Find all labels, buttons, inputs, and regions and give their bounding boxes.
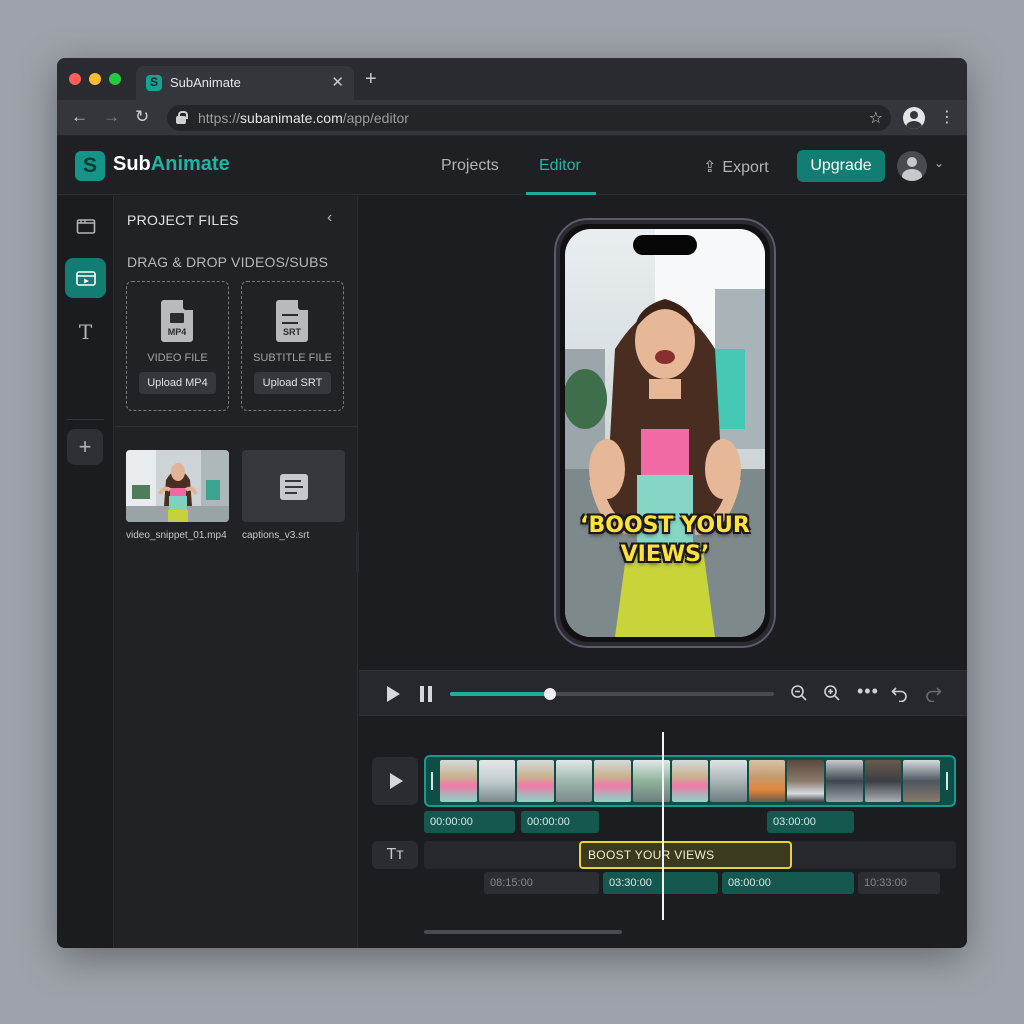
- scrubber-progress: [450, 692, 551, 696]
- subtitle-file-icon: SRT: [276, 300, 308, 342]
- video-thumbnail[interactable]: [126, 450, 229, 522]
- scrubber-handle[interactable]: [544, 688, 557, 700]
- project-files-panel: PROJECT FILES ‹ DRAG & DROP VIDEOS/SUBS …: [115, 196, 358, 948]
- back-icon[interactable]: ←: [71, 108, 88, 126]
- document-icon: [280, 474, 308, 500]
- panel-title: PROJECT FILES: [127, 212, 239, 228]
- video-dropzone[interactable]: MP4 VIDEO FILE Upload MP4: [126, 281, 229, 411]
- address-bar: ← → ↻ https://subanimate.com/app/editor …: [57, 100, 967, 136]
- timecode-marker[interactable]: 00:00:00: [521, 811, 599, 833]
- tab-strip: SubAnimate ✕ +: [57, 58, 967, 100]
- chevron-left-icon[interactable]: ‹: [327, 209, 332, 227]
- export-button[interactable]: ⇪ Export: [703, 157, 769, 177]
- srt-thumbnail[interactable]: [242, 450, 345, 522]
- subtitle-file-badge: SRT: [283, 327, 301, 337]
- timecode-marker[interactable]: 03:00:00: [767, 811, 854, 833]
- zoom-in-icon[interactable]: [823, 684, 841, 702]
- browser-profile-icon[interactable]: [903, 107, 925, 129]
- timeline-scrollbar[interactable]: [424, 930, 622, 934]
- file-name: captions_v3.srt: [242, 530, 310, 541]
- subtitle-file-label: SUBTITLE FILE: [253, 352, 332, 364]
- window-controls: [69, 73, 121, 85]
- panel-divider: [115, 426, 358, 427]
- logo-icon: [75, 151, 105, 181]
- app-header: SubAnimate Projects Editor ⇪Export Upgra…: [57, 137, 967, 195]
- tool-rail: T +: [57, 196, 114, 948]
- play-icon[interactable]: [387, 686, 400, 702]
- timecode-marker[interactable]: 00:00:00: [424, 811, 515, 833]
- minimize-window-button[interactable]: [89, 73, 101, 85]
- file-name: video_snippet_01.mp4: [126, 530, 227, 541]
- browser-tab[interactable]: SubAnimate ✕: [136, 66, 354, 100]
- redo-icon[interactable]: [924, 684, 942, 702]
- chevron-down-icon[interactable]: ⌄: [934, 156, 944, 170]
- upgrade-button[interactable]: Upgrade: [797, 150, 885, 182]
- clip-trim-handle-right[interactable]: [946, 772, 948, 790]
- url-text: https://subanimate.com/app/editor: [198, 110, 409, 126]
- zoom-out-icon[interactable]: [790, 684, 808, 702]
- close-tab-icon[interactable]: ✕: [331, 73, 344, 91]
- favicon-icon: [146, 75, 162, 91]
- folder-icon[interactable]: [65, 206, 106, 246]
- playback-controls: •••: [359, 670, 967, 716]
- filmstrip-frames: [440, 760, 940, 802]
- undo-icon[interactable]: [891, 684, 909, 702]
- url-field[interactable]: https://subanimate.com/app/editor ☆: [167, 105, 891, 131]
- video-file-label: VIDEO FILE: [147, 352, 208, 364]
- dynamic-island: [633, 235, 697, 255]
- reload-icon[interactable]: ↻: [135, 108, 149, 126]
- browser-menu-icon[interactable]: ⋮: [939, 107, 955, 127]
- bookmark-star-icon[interactable]: ☆: [869, 108, 883, 128]
- tab-title: SubAnimate: [170, 75, 241, 90]
- phone-frame: ‘BOOST YOUR VIEWS’: [554, 218, 776, 648]
- upload-srt-button[interactable]: Upload SRT: [254, 372, 331, 394]
- video-file-icon: MP4: [161, 300, 193, 342]
- active-tab-indicator: [526, 192, 596, 195]
- video-file-badge: MP4: [167, 327, 187, 337]
- dropzone-heading: DRAG & DROP VIDEOS/SUBS: [127, 254, 329, 270]
- maximize-window-button[interactable]: [109, 73, 121, 85]
- add-icon[interactable]: +: [67, 429, 103, 465]
- timecode-marker[interactable]: 03:30:00: [603, 872, 718, 894]
- timeline: 00:00:00 00:00:00 03:00:00 Tт BOOST YOUR…: [359, 717, 967, 948]
- new-tab-icon[interactable]: +: [365, 69, 377, 89]
- logo-text: SubAnimate: [113, 153, 230, 175]
- upload-mp4-button[interactable]: Upload MP4: [139, 372, 216, 394]
- forward-icon[interactable]: →: [103, 108, 120, 126]
- scrubber[interactable]: [450, 688, 774, 700]
- video-preview: ‘BOOST YOUR VIEWS’: [359, 196, 967, 670]
- pause-icon[interactable]: [420, 686, 432, 702]
- nav-editor[interactable]: Editor: [539, 157, 581, 175]
- clip-trim-handle-left[interactable]: [431, 772, 433, 790]
- export-icon: ⇪: [703, 159, 717, 176]
- video-clip-icon[interactable]: [65, 258, 106, 298]
- lock-icon: [176, 111, 188, 124]
- user-avatar[interactable]: [897, 151, 927, 181]
- rail-divider: [67, 419, 104, 420]
- timecode-marker[interactable]: 08:15:00: [484, 872, 599, 894]
- subtitle-dropzone[interactable]: SRT SUBTITLE FILE Upload SRT: [241, 281, 344, 411]
- text-track-button[interactable]: Tт: [372, 841, 418, 869]
- playhead[interactable]: [662, 732, 664, 920]
- text-icon[interactable]: T: [65, 312, 106, 352]
- video-frame[interactable]: ‘BOOST YOUR VIEWS’: [565, 229, 765, 637]
- nav-projects[interactable]: Projects: [441, 157, 499, 175]
- subtitle-caption: ‘BOOST YOUR VIEWS’: [580, 513, 750, 567]
- close-window-button[interactable]: [69, 73, 81, 85]
- video-track-play-button[interactable]: [372, 757, 418, 805]
- timecode-marker[interactable]: 08:00:00: [722, 872, 854, 894]
- more-icon[interactable]: •••: [857, 681, 879, 701]
- timecode-marker[interactable]: 10:33:00: [858, 872, 940, 894]
- subtitle-clip[interactable]: BOOST YOUR VIEWS: [579, 841, 792, 869]
- video-clip-strip[interactable]: [424, 755, 956, 807]
- browser-window: SubAnimate ✕ + ← → ↻ https://subanimate.…: [57, 58, 967, 948]
